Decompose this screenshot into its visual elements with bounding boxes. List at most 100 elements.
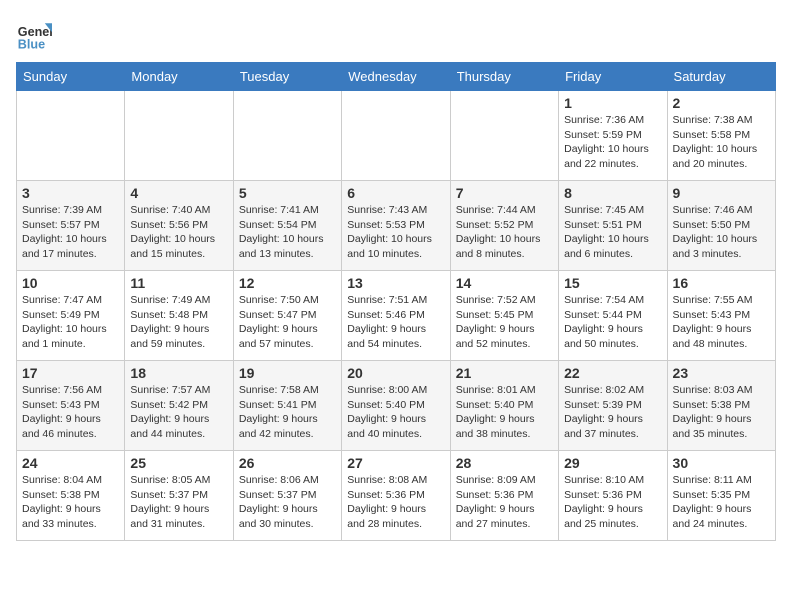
calendar-cell: 29 Sunrise: 8:10 AM Sunset: 5:36 PM Dayli… [559, 451, 667, 541]
day-number: 13 [347, 275, 444, 291]
calendar-cell [342, 91, 450, 181]
logo: General Blue [16, 16, 52, 52]
calendar-cell: 27 Sunrise: 8:08 AM Sunset: 5:36 PM Dayli… [342, 451, 450, 541]
calendar-cell: 19 Sunrise: 7:58 AM Sunset: 5:41 PM Dayli… [233, 361, 341, 451]
day-number: 18 [130, 365, 227, 381]
day-info: Sunrise: 7:47 AM Sunset: 5:49 PM Dayligh… [22, 293, 119, 352]
day-info: Sunrise: 7:49 AM Sunset: 5:48 PM Dayligh… [130, 293, 227, 352]
day-number: 5 [239, 185, 336, 201]
day-info: Sunrise: 7:39 AM Sunset: 5:57 PM Dayligh… [22, 203, 119, 262]
day-number: 21 [456, 365, 553, 381]
calendar-cell: 8 Sunrise: 7:45 AM Sunset: 5:51 PM Daylig… [559, 181, 667, 271]
logo-icon: General Blue [16, 16, 52, 52]
day-info: Sunrise: 8:03 AM Sunset: 5:38 PM Dayligh… [673, 383, 770, 442]
calendar-cell: 25 Sunrise: 8:05 AM Sunset: 5:37 PM Dayli… [125, 451, 233, 541]
calendar-cell: 20 Sunrise: 8:00 AM Sunset: 5:40 PM Dayli… [342, 361, 450, 451]
day-number: 23 [673, 365, 770, 381]
weekday-header: Tuesday [233, 63, 341, 91]
day-info: Sunrise: 8:09 AM Sunset: 5:36 PM Dayligh… [456, 473, 553, 532]
weekday-header: Sunday [17, 63, 125, 91]
calendar-cell: 12 Sunrise: 7:50 AM Sunset: 5:47 PM Dayli… [233, 271, 341, 361]
calendar-cell: 13 Sunrise: 7:51 AM Sunset: 5:46 PM Dayli… [342, 271, 450, 361]
calendar-cell: 18Sunrise: 7:57 AM Sunset: 5:42 PM Dayli… [125, 361, 233, 451]
calendar-cell: 24 Sunrise: 8:04 AM Sunset: 5:38 PM Dayli… [17, 451, 125, 541]
day-number: 3 [22, 185, 119, 201]
calendar-cell [450, 91, 558, 181]
day-info: Sunrise: 7:40 AM Sunset: 5:56 PM Dayligh… [130, 203, 227, 262]
day-info: Sunrise: 7:55 AM Sunset: 5:43 PM Dayligh… [673, 293, 770, 352]
day-info: Sunrise: 8:04 AM Sunset: 5:38 PM Dayligh… [22, 473, 119, 532]
calendar-cell: 15Sunrise: 7:54 AM Sunset: 5:44 PM Dayli… [559, 271, 667, 361]
calendar-cell: 26Sunrise: 8:06 AM Sunset: 5:37 PM Dayli… [233, 451, 341, 541]
calendar-cell: 22 Sunrise: 8:02 AM Sunset: 5:39 PM Dayli… [559, 361, 667, 451]
calendar-cell: 21 Sunrise: 8:01 AM Sunset: 5:40 PM Dayli… [450, 361, 558, 451]
day-number: 12 [239, 275, 336, 291]
day-number: 8 [564, 185, 661, 201]
day-info: Sunrise: 7:52 AM Sunset: 5:45 PM Dayligh… [456, 293, 553, 352]
calendar-cell: 6 Sunrise: 7:43 AM Sunset: 5:53 PM Daylig… [342, 181, 450, 271]
day-number: 22 [564, 365, 661, 381]
day-number: 19 [239, 365, 336, 381]
day-info: Sunrise: 7:43 AM Sunset: 5:53 PM Dayligh… [347, 203, 444, 262]
day-info: Sunrise: 7:36 AM Sunset: 5:59 PM Dayligh… [564, 113, 661, 172]
calendar-cell [233, 91, 341, 181]
day-info: Sunrise: 7:50 AM Sunset: 5:47 PM Dayligh… [239, 293, 336, 352]
day-info: Sunrise: 7:38 AM Sunset: 5:58 PM Dayligh… [673, 113, 770, 172]
day-number: 14 [456, 275, 553, 291]
day-info: Sunrise: 7:54 AM Sunset: 5:44 PM Dayligh… [564, 293, 661, 352]
day-info: Sunrise: 8:02 AM Sunset: 5:39 PM Dayligh… [564, 383, 661, 442]
svg-text:Blue: Blue [18, 37, 45, 51]
day-info: Sunrise: 8:01 AM Sunset: 5:40 PM Dayligh… [456, 383, 553, 442]
day-number: 11 [130, 275, 227, 291]
calendar-cell: 2 Sunrise: 7:38 AM Sunset: 5:58 PM Daylig… [667, 91, 775, 181]
day-number: 29 [564, 455, 661, 471]
calendar-cell: 10 Sunrise: 7:47 AM Sunset: 5:49 PM Dayli… [17, 271, 125, 361]
day-number: 20 [347, 365, 444, 381]
weekday-header: Friday [559, 63, 667, 91]
calendar-cell: 23 Sunrise: 8:03 AM Sunset: 5:38 PM Dayli… [667, 361, 775, 451]
day-info: Sunrise: 7:51 AM Sunset: 5:46 PM Dayligh… [347, 293, 444, 352]
day-number: 27 [347, 455, 444, 471]
day-number: 9 [673, 185, 770, 201]
calendar-cell: 11 Sunrise: 7:49 AM Sunset: 5:48 PM Dayli… [125, 271, 233, 361]
calendar-cell: 17 Sunrise: 7:56 AM Sunset: 5:43 PM Dayli… [17, 361, 125, 451]
calendar-cell: 5 Sunrise: 7:41 AM Sunset: 5:54 PM Daylig… [233, 181, 341, 271]
day-info: Sunrise: 7:58 AM Sunset: 5:41 PM Dayligh… [239, 383, 336, 442]
calendar-cell: 14 Sunrise: 7:52 AM Sunset: 5:45 PM Dayli… [450, 271, 558, 361]
day-number: 24 [22, 455, 119, 471]
calendar-cell: 28 Sunrise: 8:09 AM Sunset: 5:36 PM Dayli… [450, 451, 558, 541]
weekday-header: Monday [125, 63, 233, 91]
day-info: Sunrise: 8:00 AM Sunset: 5:40 PM Dayligh… [347, 383, 444, 442]
day-number: 28 [456, 455, 553, 471]
calendar-cell [17, 91, 125, 181]
day-number: 4 [130, 185, 227, 201]
day-number: 16 [673, 275, 770, 291]
day-number: 6 [347, 185, 444, 201]
calendar-cell: 16 Sunrise: 7:55 AM Sunset: 5:43 PM Dayli… [667, 271, 775, 361]
day-number: 25 [130, 455, 227, 471]
calendar-cell [125, 91, 233, 181]
day-info: Sunrise: 7:44 AM Sunset: 5:52 PM Dayligh… [456, 203, 553, 262]
day-number: 17 [22, 365, 119, 381]
calendar-cell: 1Sunrise: 7:36 AM Sunset: 5:59 PM Daylig… [559, 91, 667, 181]
day-number: 7 [456, 185, 553, 201]
day-info: Sunrise: 8:05 AM Sunset: 5:37 PM Dayligh… [130, 473, 227, 532]
weekday-header: Thursday [450, 63, 558, 91]
day-info: Sunrise: 7:45 AM Sunset: 5:51 PM Dayligh… [564, 203, 661, 262]
calendar-cell: 9 Sunrise: 7:46 AM Sunset: 5:50 PM Daylig… [667, 181, 775, 271]
calendar-cell: 30 Sunrise: 8:11 AM Sunset: 5:35 PM Dayli… [667, 451, 775, 541]
calendar-table: SundayMondayTuesdayWednesdayThursdayFrid… [16, 62, 776, 541]
weekday-header: Saturday [667, 63, 775, 91]
day-info: Sunrise: 7:46 AM Sunset: 5:50 PM Dayligh… [673, 203, 770, 262]
day-info: Sunrise: 8:11 AM Sunset: 5:35 PM Dayligh… [673, 473, 770, 532]
calendar-cell: 3 Sunrise: 7:39 AM Sunset: 5:57 PM Daylig… [17, 181, 125, 271]
day-info: Sunrise: 7:56 AM Sunset: 5:43 PM Dayligh… [22, 383, 119, 442]
calendar-cell: 4 Sunrise: 7:40 AM Sunset: 5:56 PM Daylig… [125, 181, 233, 271]
day-number: 10 [22, 275, 119, 291]
day-number: 30 [673, 455, 770, 471]
day-info: Sunrise: 8:08 AM Sunset: 5:36 PM Dayligh… [347, 473, 444, 532]
day-number: 2 [673, 95, 770, 111]
day-info: Sunrise: 7:41 AM Sunset: 5:54 PM Dayligh… [239, 203, 336, 262]
day-info: Sunrise: 8:10 AM Sunset: 5:36 PM Dayligh… [564, 473, 661, 532]
calendar-cell: 7 Sunrise: 7:44 AM Sunset: 5:52 PM Daylig… [450, 181, 558, 271]
